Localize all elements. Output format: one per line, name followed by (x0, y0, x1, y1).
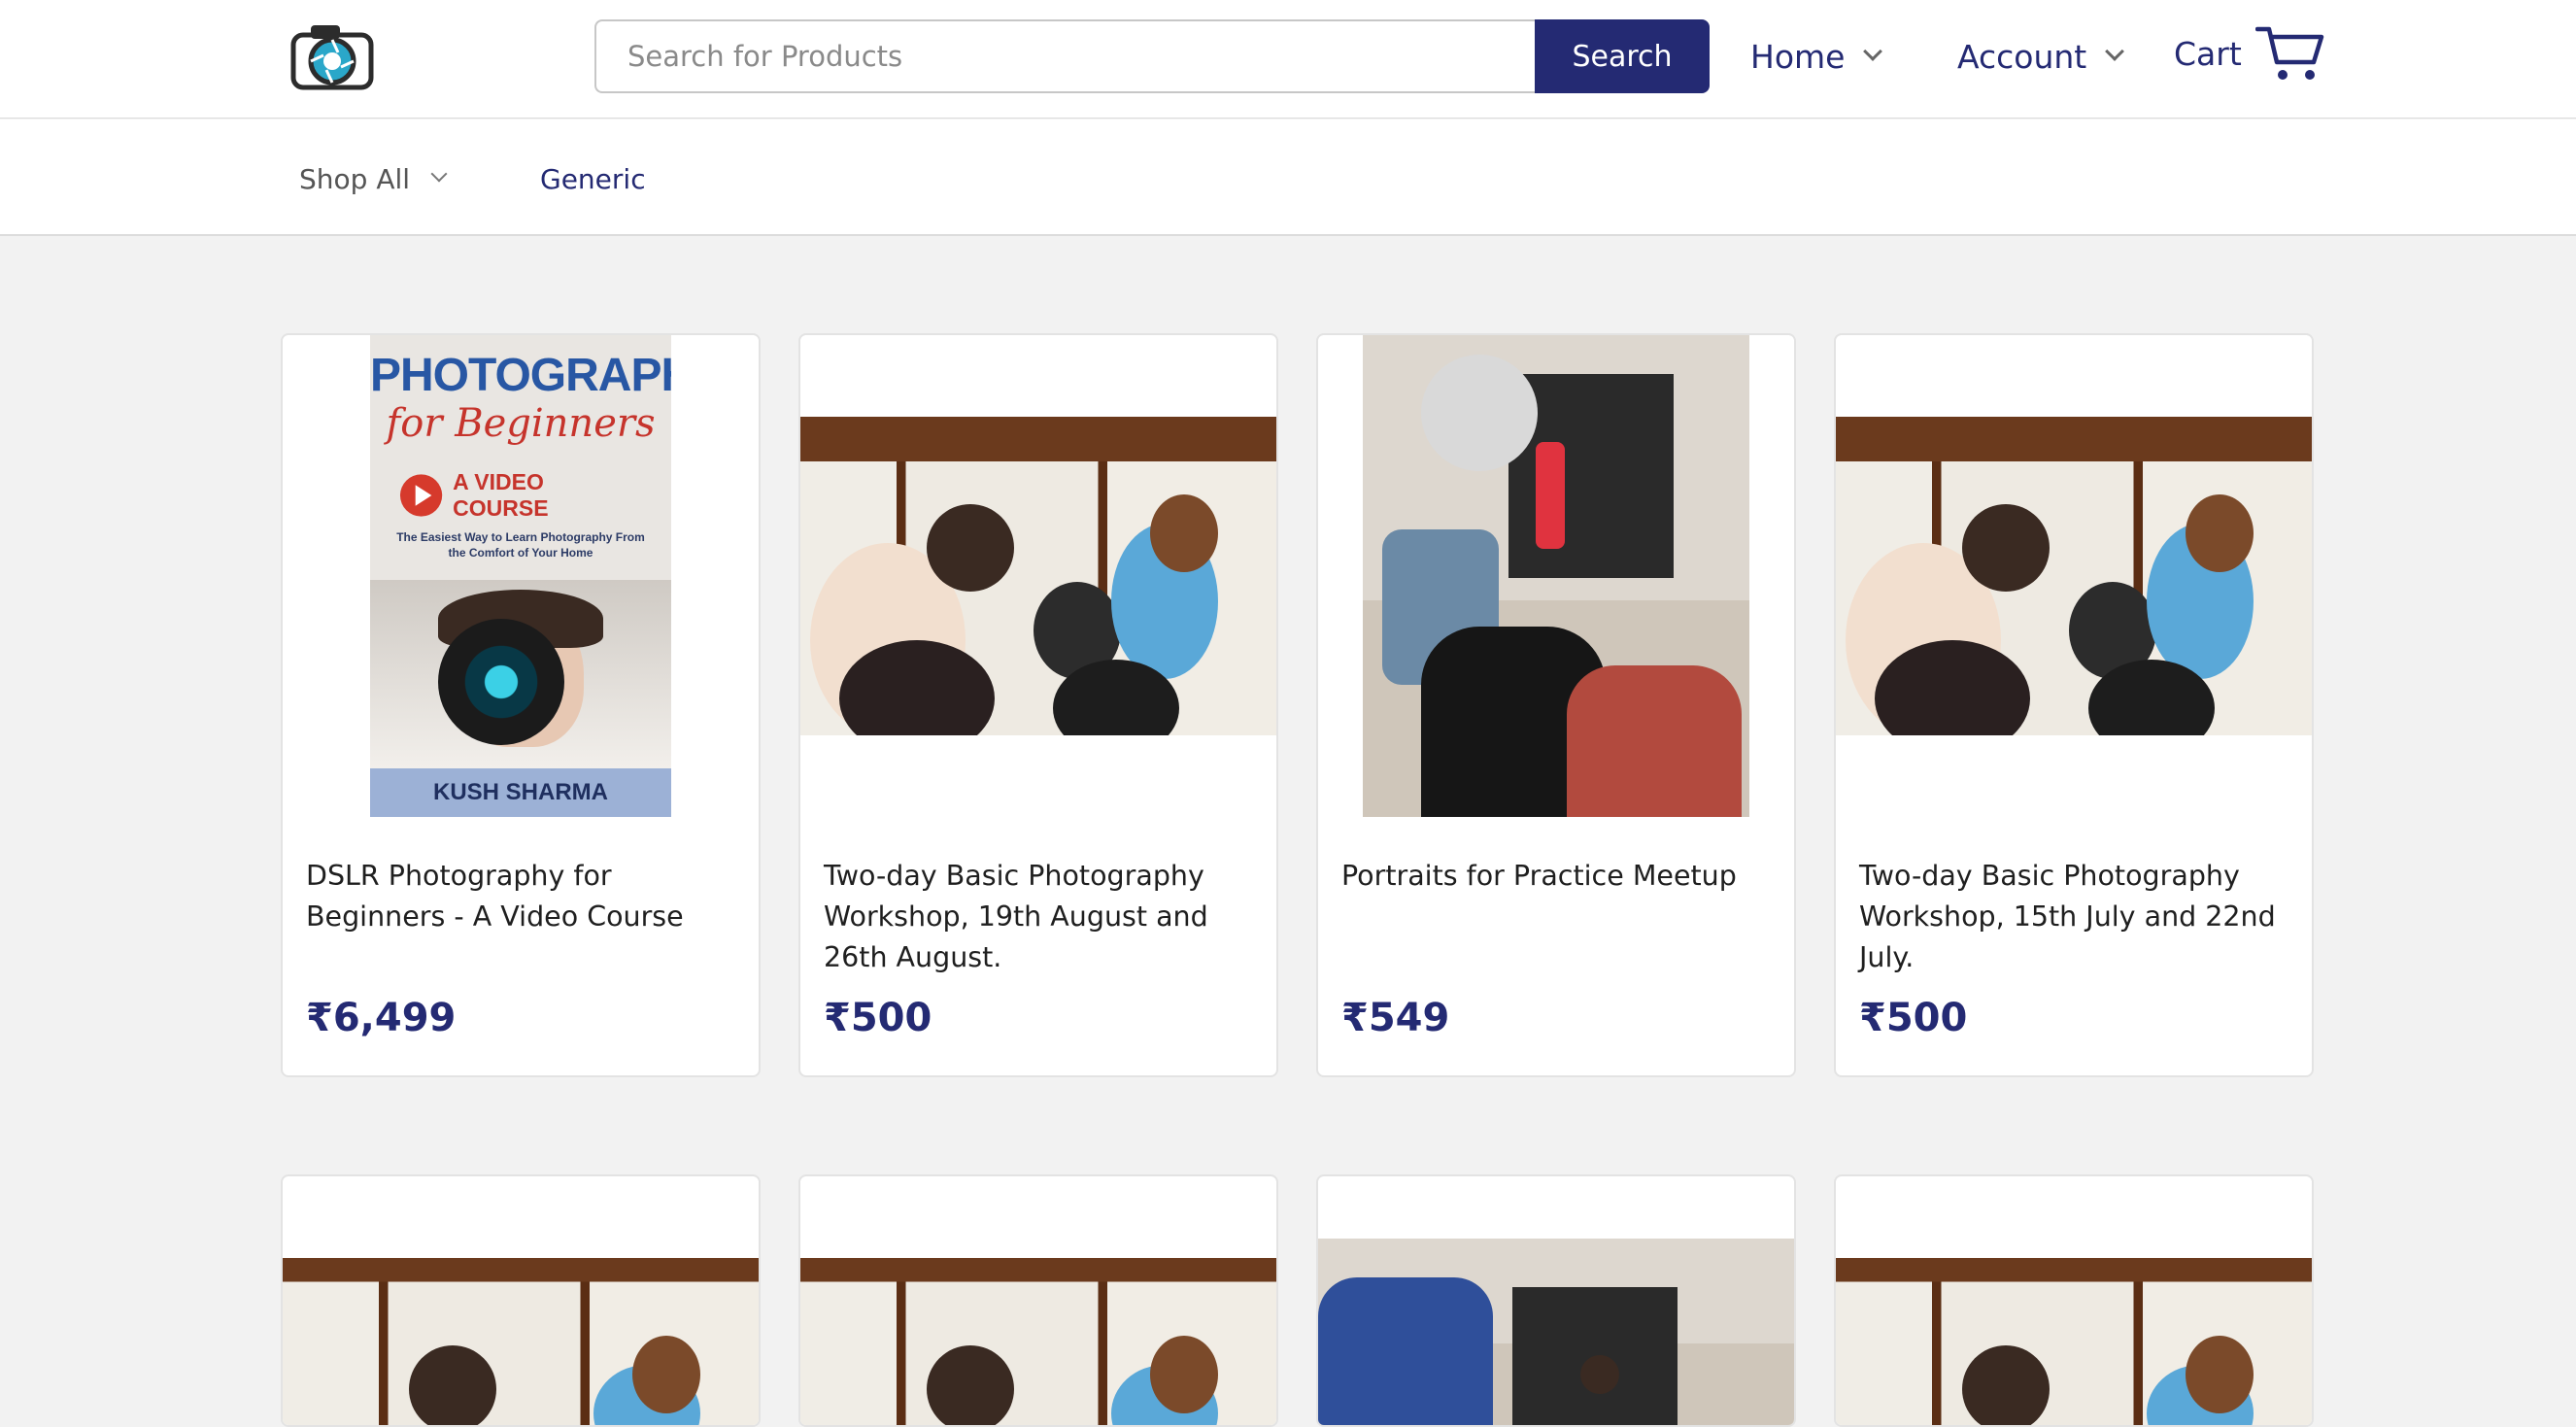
search-button[interactable]: Search (1535, 19, 1710, 93)
product-price: ₹6,499 (306, 996, 457, 1040)
chevron-down-icon (2105, 42, 2125, 61)
product-price: ₹500 (824, 996, 932, 1040)
chevron-down-icon (430, 165, 448, 183)
product-image: PHOTOGRAPHY for Beginners A VIDEO COURSE… (283, 335, 759, 817)
product-card[interactable] (1316, 1174, 1796, 1427)
cover-badge-text: A VIDEO COURSE (453, 469, 549, 521)
workshop-photo (800, 417, 1276, 735)
product-card[interactable] (1834, 1174, 2314, 1427)
product-card[interactable] (798, 1174, 1278, 1427)
workshop-photo (800, 1258, 1276, 1425)
product-image (800, 335, 1276, 817)
cover-title: PHOTOGRAPHY (370, 350, 671, 401)
workshop-photo (1836, 417, 2312, 735)
nav-home-label: Home (1750, 37, 1846, 76)
shop-all-label: Shop All (299, 162, 411, 195)
chevron-down-icon (1863, 42, 1883, 61)
product-card[interactable]: PHOTOGRAPHY for Beginners A VIDEO COURSE… (281, 333, 761, 1077)
product-price: ₹549 (1341, 996, 1450, 1040)
nav-home[interactable]: Home (1750, 29, 1883, 84)
shop-all-menu[interactable]: Shop All (299, 156, 448, 201)
product-card[interactable]: Two-day Basic Photography Workshop, 19th… (798, 333, 1278, 1077)
studio-photo (1318, 1239, 1794, 1425)
search-bar: Search (594, 19, 1710, 93)
product-title: Two-day Basic Photography Workshop, 15th… (1859, 860, 2276, 973)
generic-label: Generic (540, 162, 646, 195)
play-icon (399, 474, 443, 517)
top-header: Search Home Account Cart (0, 0, 2576, 119)
search-input[interactable] (594, 19, 1535, 93)
camera-shutter-icon[interactable] (288, 21, 377, 93)
cover-badge: A VIDEO COURSE (399, 469, 642, 521)
nav-account-label: Account (1957, 37, 2087, 76)
cover-photo (370, 580, 671, 768)
product-image (1318, 335, 1794, 817)
product-card[interactable]: Portraits for Practice Meetup ₹549 (1316, 333, 1796, 1077)
cart-label: Cart (2174, 34, 2242, 73)
nav-account[interactable]: Account (1957, 29, 2125, 84)
category-nav: Shop All Generic (0, 119, 2576, 236)
cover-tagline: The Easiest Way to Learn Photography Fro… (396, 530, 645, 560)
studio-photo (1363, 335, 1749, 817)
cart-icon (2254, 26, 2324, 80)
workshop-photo (283, 1258, 759, 1425)
workshop-photo (1836, 1258, 2312, 1425)
product-card[interactable]: Two-day Basic Photography Workshop, 15th… (1834, 333, 2314, 1077)
cart-button[interactable]: Cart (2174, 19, 2325, 87)
cover-author: KUSH SHARMA (370, 768, 671, 817)
product-price: ₹500 (1859, 996, 1968, 1040)
product-title: Portraits for Practice Meetup (1341, 860, 1737, 892)
cover-subtitle: for Beginners (386, 401, 656, 446)
product-title: DSLR Photography for Beginners - A Video… (306, 860, 684, 933)
category-generic-link[interactable]: Generic (540, 156, 646, 201)
product-title: Two-day Basic Photography Workshop, 19th… (824, 860, 1208, 973)
book-cover-image: PHOTOGRAPHY for Beginners A VIDEO COURSE… (370, 335, 671, 817)
product-card[interactable] (281, 1174, 761, 1427)
product-image (1836, 335, 2312, 817)
